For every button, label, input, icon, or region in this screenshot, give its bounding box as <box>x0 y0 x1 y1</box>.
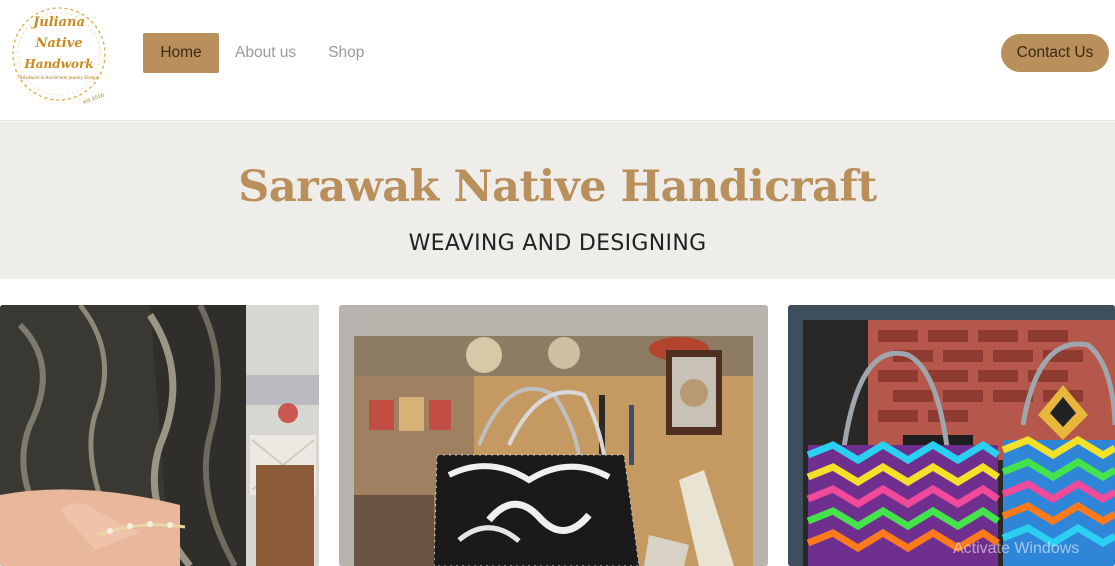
nav-about-us[interactable]: About us <box>219 33 312 73</box>
woven-basket-shop-photo[interactable] <box>339 305 768 566</box>
bracelet-photo[interactable] <box>0 305 319 566</box>
hero-subtitle: WEAVING AND DESIGNING <box>408 231 707 256</box>
hero-banner: Sarawak Native Handicraft WEAVING AND DE… <box>0 122 1115 279</box>
contact-us-button[interactable]: Contact Us <box>1001 34 1109 72</box>
nav-home[interactable]: Home <box>143 33 219 73</box>
logo-tagline: Beadwork & Handmade Jewelry Design <box>20 75 99 80</box>
hero-title: Sarawak Native Handicraft <box>238 162 877 212</box>
main-nav: Home About us Shop <box>143 33 380 73</box>
activate-windows-watermark: Activate Windows <box>953 540 1080 557</box>
colorful-baskets-photo[interactable] <box>788 305 1115 566</box>
photo-gallery <box>0 305 1115 566</box>
navbar: Juliana Native Handwork Beadwork & Handm… <box>0 0 1115 121</box>
nav-shop[interactable]: Shop <box>312 33 380 73</box>
logo-line-2: Native <box>34 36 82 51</box>
logo-est: est 2010 <box>82 92 105 105</box>
brand-logo[interactable]: Juliana Native Handwork Beadwork & Handm… <box>8 4 110 106</box>
logo-line-3: Handwork <box>23 57 93 71</box>
logo-line-1: Juliana <box>30 15 85 30</box>
logo-wreath-icon: Juliana Native Handwork Beadwork & Handm… <box>12 7 106 106</box>
